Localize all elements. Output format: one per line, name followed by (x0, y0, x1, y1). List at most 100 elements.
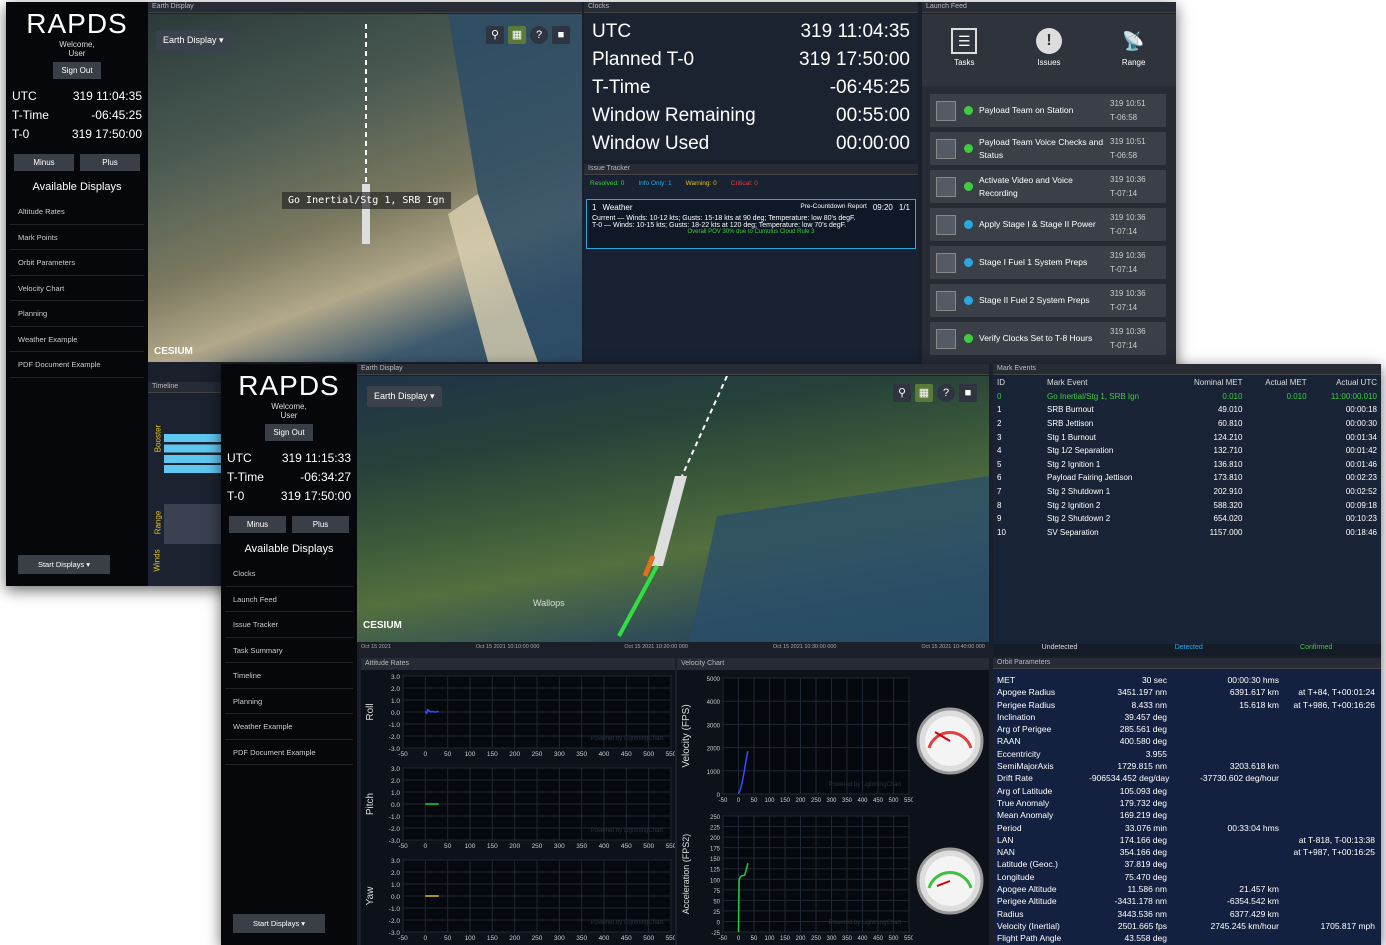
launch-feed-item[interactable]: Payload Team Voice Checks and Status 319 … (930, 132, 1166, 165)
plus-button[interactable]: Plus (80, 154, 140, 171)
table-row[interactable]: 4 Stg 1/2 Separation 132.710 00:01:42 (993, 444, 1381, 458)
plus-button[interactable]: Plus (292, 516, 349, 533)
display-item[interactable]: Mark Points (10, 225, 144, 250)
issues-tab[interactable]: ! Issues (1035, 28, 1062, 86)
table-row[interactable]: 5 Stg 2 Ignition 1 136.810 00:01:46 (993, 458, 1381, 472)
table-cell (1246, 444, 1310, 458)
display-item[interactable]: PDF Document Example (225, 740, 353, 765)
tab-earth-display[interactable]: Earth Display (148, 2, 582, 13)
tab-clocks[interactable]: Clocks (584, 2, 918, 13)
tab-earth-display[interactable]: Earth Display (357, 364, 989, 375)
parameter-cell: at T+986, T+00:16:26 (1293, 699, 1375, 710)
display-item[interactable]: Velocity Chart (10, 276, 144, 301)
column-header[interactable]: Actual UTC (1311, 376, 1381, 390)
table-cell (1246, 403, 1310, 417)
display-item[interactable]: PDF Document Example (10, 352, 144, 378)
tab-attitude-rates[interactable]: Attitude Rates (361, 658, 675, 670)
parameter-cell: LAN (997, 834, 1014, 845)
timeline-bars[interactable] (164, 434, 228, 474)
display-item[interactable]: Altitude Rates (10, 199, 144, 225)
table-row[interactable]: 0 Go Inertial/Stg 1, SRB Ign 0.010 0.010 11:… (993, 390, 1381, 404)
column-header[interactable]: Nominal MET (1173, 376, 1246, 390)
table-row[interactable]: 1 SRB Burnout 49.010 00:00:18 (993, 403, 1381, 417)
parameter-cell (1167, 809, 1279, 821)
tasks-tab[interactable]: ☰ Tasks (951, 28, 978, 86)
column-header[interactable]: Mark Event (1043, 376, 1173, 390)
ttime-label: T-Time (12, 108, 49, 122)
pitch-chart: -50 0 50 100 150 200 250 300 350 400 450 500 5503.02… (365, 766, 675, 850)
tab-issue-tracker[interactable]: Issue Tracker (584, 164, 918, 175)
parameter-row: Radius 3443.536 nm 6377.429 km (993, 908, 1381, 920)
layers-icon[interactable]: ▦ (915, 384, 933, 402)
earth-display-dropdown[interactable]: Earth Display ▾ (156, 30, 231, 51)
earth-timeline[interactable]: Oct 15 2021 Oct 15 2021 10:10:00 000 Oct… (357, 642, 989, 654)
table-row[interactable]: 6 Payload Fairing Jettison 173.810 00:02:23 (993, 471, 1381, 485)
launch-feed-item[interactable]: Payload Team on Station 319 10:51 T-06:58 (930, 94, 1166, 127)
resolved-count[interactable]: Resolved: 0 (590, 180, 624, 187)
display-item[interactable]: Clocks (225, 561, 353, 587)
parameter-cell: 33.076 min (1124, 822, 1167, 833)
earth-view[interactable]: Earth Display ▾ ⚲ ▦ ? ■ Go Inertial/Stg … (148, 14, 582, 362)
user-name: User (68, 49, 86, 58)
tab-mark-events[interactable]: Mark Events (993, 364, 1381, 375)
display-item[interactable]: Timeline (225, 663, 353, 689)
launch-feed-item[interactable]: Verify Clocks Set to T-8 Hours 319 10:36 T… (930, 322, 1166, 355)
parameter-cell: -6354.542 km (1227, 896, 1279, 907)
watermark: Powered by LightningChart (591, 828, 664, 834)
display-item[interactable]: Weather Example (225, 714, 353, 740)
earth-display-dropdown[interactable]: Earth Display ▾ (367, 386, 442, 407)
tab-orbit-parameters[interactable]: Orbit Parameters (993, 658, 1381, 669)
info-count[interactable]: Info Only: 1 (638, 180, 671, 187)
display-item[interactable]: Planning (10, 301, 144, 327)
launch-feed-item[interactable]: Apply Stage I & Stage II Power 319 10:36 T… (930, 208, 1166, 241)
start-displays-button[interactable]: Start Displays ▾ (18, 555, 110, 574)
range-tab[interactable]: 📡 Range (1121, 28, 1147, 86)
issue-card[interactable]: 1 Weather Pre-Countdown Report 09:20 1/1… (586, 199, 916, 249)
table-cell: Stg 2 Ignition 1 (1047, 459, 1101, 469)
layers-icon[interactable]: ▦ (508, 26, 526, 44)
task-time: 319 10:36 T-07:14 (1110, 211, 1166, 239)
display-item[interactable]: Orbit Parameters (10, 250, 144, 276)
start-displays-button[interactable]: Start Displays ▾ (233, 914, 325, 933)
table-row[interactable]: 8 Stg 2 Ignition 2 588.320 00:09:18 (993, 498, 1381, 512)
tab-velocity-chart[interactable]: Velocity Chart (677, 658, 989, 670)
parameter-cell: 00:00:30 hms (1227, 675, 1279, 685)
table-row[interactable]: 7 Stg 2 Shutdown 1 202.910 00:02:52 (993, 485, 1381, 499)
search-icon[interactable]: ⚲ (893, 384, 911, 402)
camera-icon[interactable]: ■ (552, 26, 570, 44)
attitude-rates-panel: -50 0 50 100 150 200 250 300 350 400 450 500 550 3.0 2… (361, 670, 675, 945)
display-item[interactable]: Task Summary (225, 638, 353, 663)
table-row[interactable]: 10 SV Separation 1157.000 00:18:46 (993, 526, 1381, 540)
column-header[interactable]: ID (993, 376, 1043, 390)
table-row[interactable]: 9 Stg 2 Shutdown 2 654.020 00:10:23 (993, 512, 1381, 526)
table-row[interactable]: 3 Stg 1 Burnout 124.210 00:01:34 (993, 430, 1381, 444)
launch-feed-item[interactable]: Stage I Fuel 1 System Preps 319 10:36 T-07… (930, 246, 1166, 279)
minus-button[interactable]: Minus (229, 516, 286, 533)
tab-timeline[interactable]: Timeline (148, 382, 228, 393)
display-item[interactable]: Issue Tracker (225, 612, 353, 638)
sign-out-button[interactable]: Sign Out (53, 62, 101, 79)
help-icon[interactable]: ? (937, 384, 955, 402)
help-icon[interactable]: ? (530, 26, 548, 44)
launch-feed-item[interactable]: Activate Video and Voice Recording 319 10… (930, 170, 1166, 203)
minus-button[interactable]: Minus (14, 154, 74, 171)
camera-icon[interactable]: ■ (959, 384, 977, 402)
display-item[interactable]: Planning (225, 689, 353, 714)
table-cell: 00:00:18 (1345, 405, 1377, 415)
parameter-row: Apogee Radius 3451.197 nm 6391.617 km at T+… (993, 686, 1381, 698)
display-item[interactable]: Weather Example (10, 327, 144, 352)
sign-out-button[interactable]: Sign Out (265, 424, 313, 441)
tab-launch-feed[interactable]: Launch Feed (922, 2, 1176, 13)
task-time: 319 10:36 T-07:14 (1110, 325, 1166, 353)
launch-feed-item[interactable]: Stage II Fuel 2 System Preps 319 10:36 T-0… (930, 284, 1166, 317)
table-row[interactable]: 2 SRB Jettison 60.810 00:00:30 (993, 417, 1381, 431)
timeline-date: Oct 15 2021 10:40:00 000 (921, 644, 985, 650)
critical-count[interactable]: Critical: 0 (731, 180, 758, 187)
warning-count[interactable]: Warning: 0 (686, 180, 717, 187)
parameter-row: MET 30 sec 00:00:30 hms (993, 674, 1381, 686)
status-dot (964, 106, 973, 115)
search-icon[interactable]: ⚲ (486, 26, 504, 44)
earth-view[interactable]: Earth Display ▾ ⚲ ▦ ? ■ Wallops CESIUM O… (357, 376, 989, 654)
column-header[interactable]: Actual MET (1246, 376, 1310, 390)
display-item[interactable]: Launch Feed (225, 587, 353, 612)
